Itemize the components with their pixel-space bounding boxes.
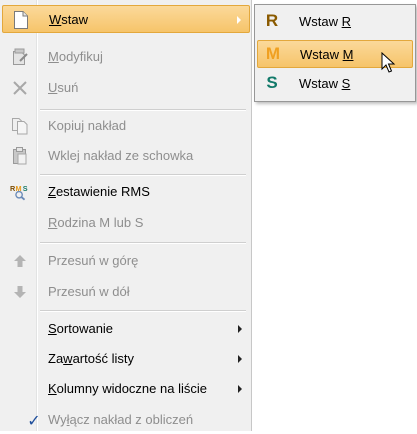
submenu-item-label: Wstaw S bbox=[299, 76, 351, 91]
menu-item-kolumny-widoczne[interactable]: Kolumny widoczne na liście bbox=[2, 375, 250, 403]
copy-icon bbox=[10, 117, 30, 135]
svg-text:S: S bbox=[23, 184, 28, 193]
menu-item-sortowanie[interactable]: Sortowanie bbox=[2, 315, 250, 343]
menu-item-label: Wklej nakład ze schowka bbox=[48, 148, 194, 163]
menu-item-kopiuj-naklad[interactable]: Kopiuj nakład bbox=[2, 112, 250, 140]
menu-item-rodzina-m-lub-s[interactable]: Rodzina M lub S bbox=[2, 209, 250, 237]
menu-item-label: Zawartość listy bbox=[48, 351, 134, 366]
menu-item-label: Wyłącz nakład z obliczeń bbox=[48, 412, 194, 427]
menu-item-modyfikuj[interactable]: Modyfikuj bbox=[2, 43, 250, 71]
r-letter-icon: R bbox=[265, 11, 279, 30]
menu-item-label: Rodzina M lub S bbox=[48, 215, 144, 230]
context-menu: Wstaw Modyfikuj Usuń Kopiuj nakład Wklej… bbox=[0, 0, 252, 431]
menu-item-przesun-w-dol[interactable]: Przesuń w dół bbox=[2, 278, 250, 306]
menu-item-wstaw[interactable]: Wstaw bbox=[2, 5, 250, 33]
arrow-down-icon bbox=[10, 283, 30, 301]
rms-icon: R M S bbox=[10, 183, 30, 201]
paste-icon bbox=[10, 147, 30, 165]
submenu-item-label: Wstaw M bbox=[300, 47, 354, 62]
menu-item-label: Kopiuj nakład bbox=[48, 118, 127, 133]
menu-item-zawartosc-listy[interactable]: Zawartość listy bbox=[2, 345, 250, 373]
menu-item-label: Zestawienie RMS bbox=[48, 184, 150, 199]
checkmark-icon: ✓ bbox=[27, 410, 41, 430]
menu-separator bbox=[40, 310, 246, 312]
arrow-up-icon bbox=[10, 252, 30, 270]
menu-item-label: Wstaw bbox=[49, 12, 89, 27]
submenu-arrow-icon bbox=[238, 385, 242, 393]
menu-item-label: Przesuń w górę bbox=[48, 253, 139, 268]
edit-document-icon bbox=[10, 48, 30, 66]
menu-separator bbox=[40, 174, 246, 176]
submenu-arrow-icon bbox=[238, 325, 242, 333]
menu-item-zestawienie-rms[interactable]: R M S Zestawienie RMS bbox=[2, 178, 250, 206]
delete-x-icon bbox=[10, 79, 30, 97]
menu-separator bbox=[40, 242, 246, 244]
menu-item-label: Przesuń w dół bbox=[48, 284, 130, 299]
submenu-arrow-icon bbox=[237, 16, 241, 24]
submenu-arrow-icon bbox=[238, 355, 242, 363]
menu-item-wylacz-naklad[interactable]: ✓ Wyłącz nakład z obliczeń bbox=[2, 406, 250, 434]
menu-item-przesun-w-gore[interactable]: Przesuń w górę bbox=[2, 247, 250, 275]
submenu-item-label: Wstaw R bbox=[299, 14, 352, 29]
menu-item-usun[interactable]: Usuń bbox=[2, 74, 250, 102]
menu-item-label: Usuń bbox=[48, 80, 79, 95]
m-letter-icon: M bbox=[265, 44, 281, 63]
menu-item-label: Kolumny widoczne na liście bbox=[48, 381, 207, 396]
mouse-cursor-icon bbox=[381, 52, 396, 73]
menu-item-wklej-naklad[interactable]: Wklej nakład ze schowka bbox=[2, 142, 250, 170]
menu-item-label: Sortowanie bbox=[48, 321, 114, 336]
menu-separator bbox=[40, 109, 246, 111]
s-letter-icon: S bbox=[266, 73, 278, 92]
submenu-item-wstaw-r[interactable]: R Wstaw R bbox=[257, 8, 413, 36]
submenu-item-wstaw-s[interactable]: S Wstaw S bbox=[257, 70, 413, 98]
menu-item-label: Modyfikuj bbox=[48, 49, 103, 64]
document-icon bbox=[11, 11, 31, 29]
